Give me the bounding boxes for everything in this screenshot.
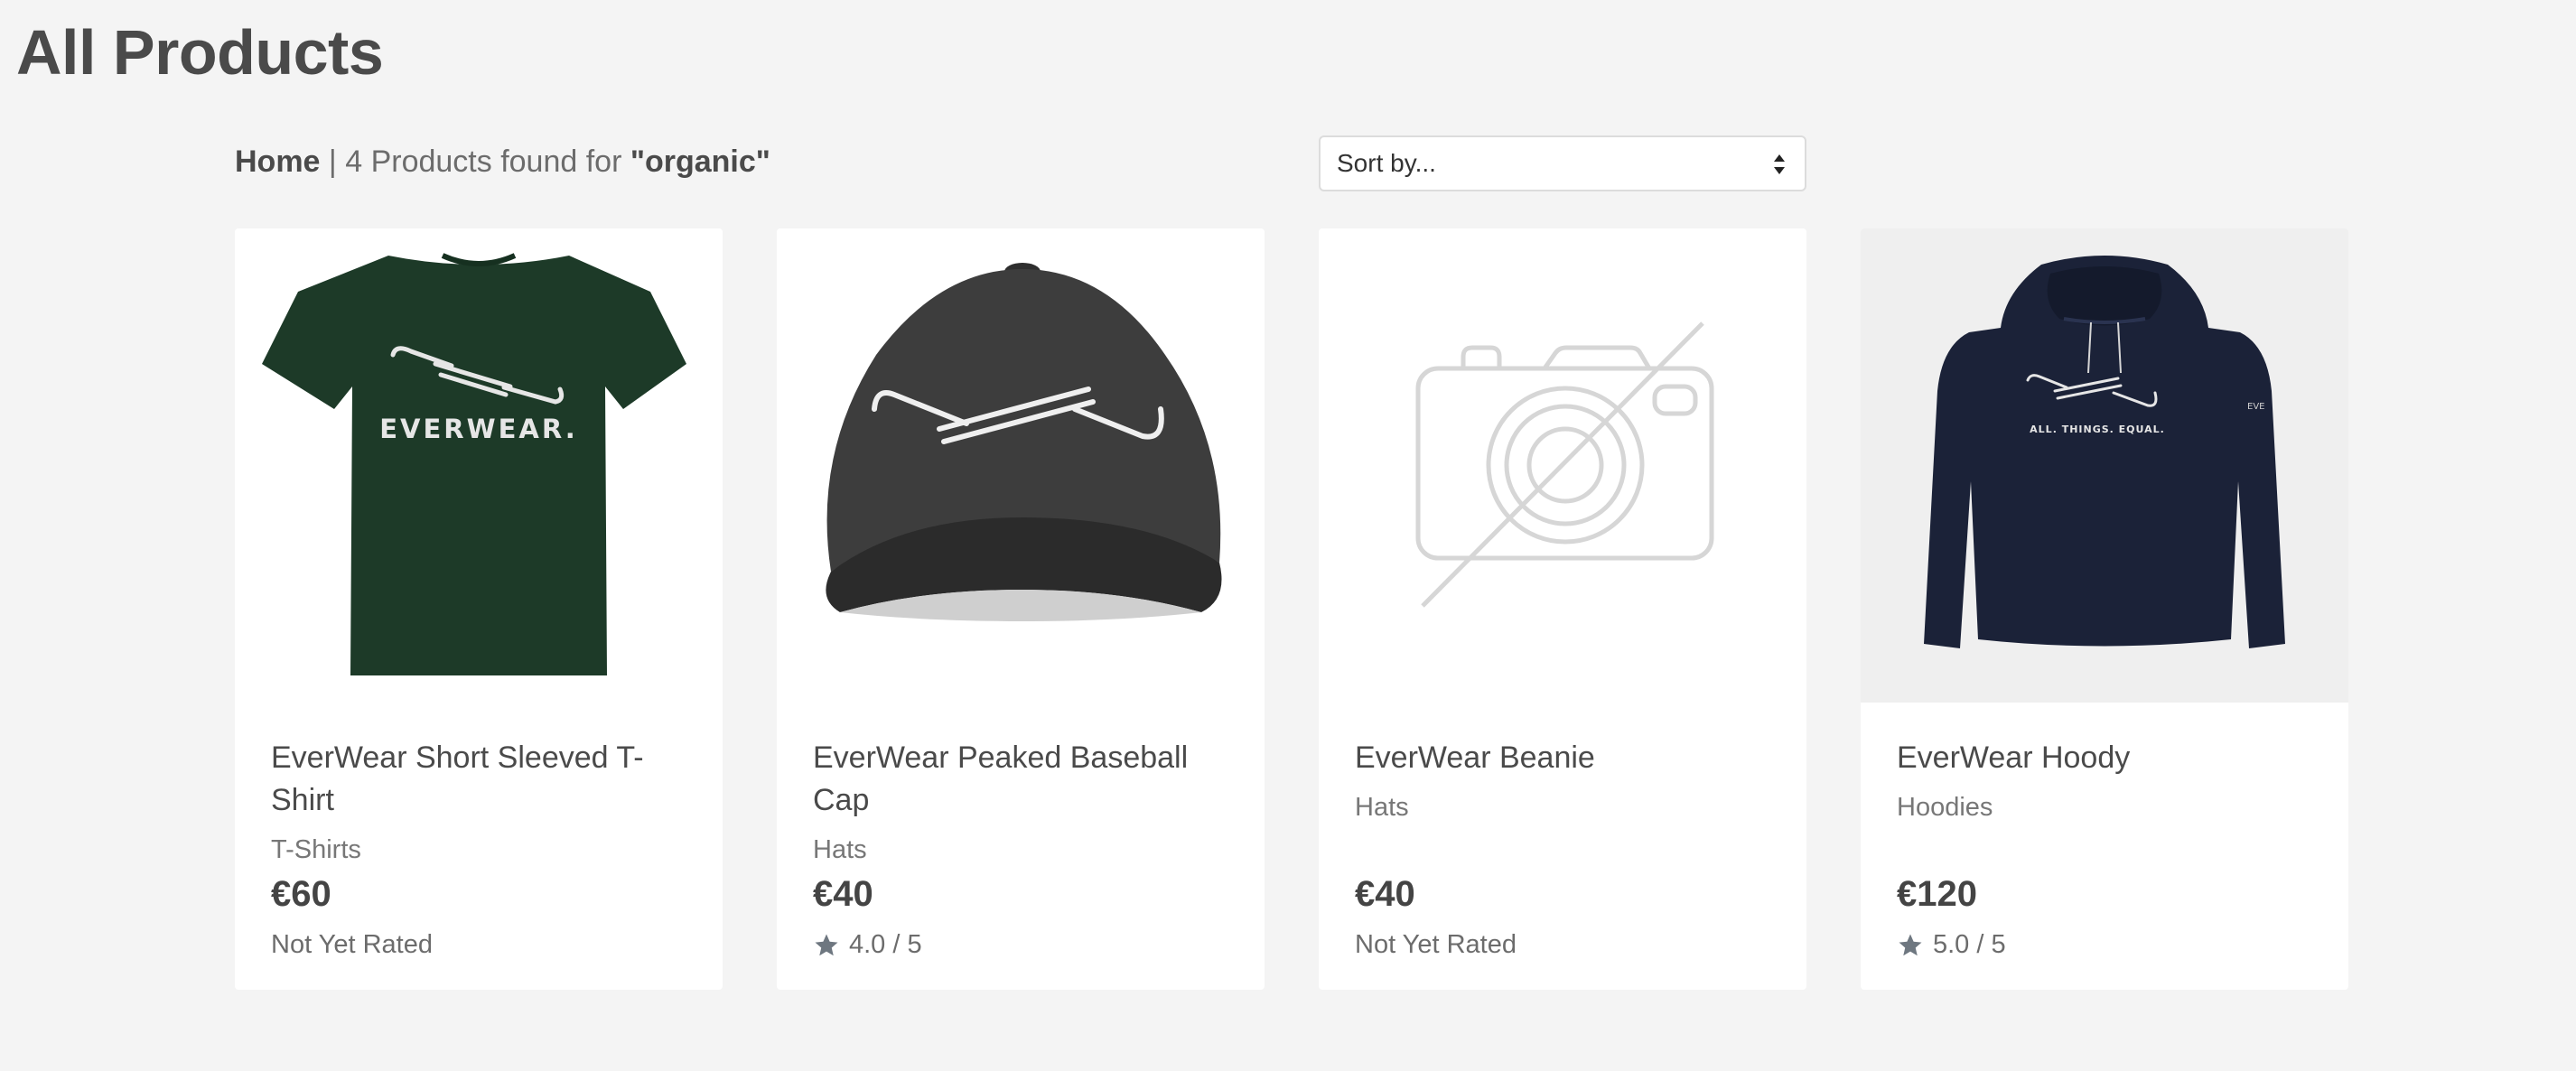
product-card-hoody[interactable]: ALL. THINGS. EQUAL. EVE EverWear Hoody H…	[1861, 228, 2348, 990]
product-rating: 4.0 / 5	[813, 930, 922, 960]
breadcrumb-separator: |	[328, 144, 337, 179]
results-count-text: 4 Products found for	[345, 144, 622, 179]
product-category: Hoodies	[1897, 793, 1993, 822]
tshirt-logo-text: EVERWEAR.	[379, 414, 578, 444]
product-listing-page: All Products Home | 4 Products found for…	[0, 0, 2576, 1071]
product-category: T-Shirts	[271, 835, 361, 864]
product-category: Hats	[813, 835, 867, 864]
cap-image[interactable]	[777, 228, 1265, 703]
product-name[interactable]: EverWear Hoody	[1897, 737, 2312, 779]
star-icon	[1899, 934, 1922, 955]
tshirt-image[interactable]: EVERWEAR.	[235, 228, 723, 703]
rating-text: Not Yet Rated	[1355, 930, 1517, 959]
hoody-image[interactable]: ALL. THINGS. EQUAL. EVE	[1861, 228, 2348, 703]
breadcrumb-home-link[interactable]: Home	[235, 144, 320, 179]
product-card-beanie[interactable]: EverWear Beanie Hats €40 Not Yet Rated	[1319, 228, 1806, 990]
page-title: All Products	[16, 17, 384, 88]
product-price: €40	[1355, 874, 1415, 914]
sort-arrows-icon	[1774, 154, 1785, 174]
search-term: "organic"	[630, 144, 770, 179]
product-price: €60	[271, 874, 331, 914]
product-name[interactable]: EverWear Beanie	[1355, 737, 1770, 779]
product-price: €120	[1897, 874, 1977, 914]
product-category: Hats	[1355, 793, 1409, 822]
no-image-placeholder[interactable]	[1319, 228, 1806, 703]
product-price: €40	[813, 874, 873, 914]
rating-text: 5.0 / 5	[1933, 930, 2006, 959]
product-name[interactable]: EverWear Short Sleeved T-Shirt	[271, 737, 686, 822]
product-rating: Not Yet Rated	[271, 930, 433, 960]
rating-text: Not Yet Rated	[271, 930, 433, 959]
hoody-logo-text: ALL. THINGS. EQUAL.	[2030, 424, 2165, 435]
product-rating: 5.0 / 5	[1897, 930, 2006, 960]
sort-select-value: Sort by...	[1337, 149, 1436, 177]
product-card-cap[interactable]: EverWear Peaked Baseball Cap Hats €40 4.…	[777, 228, 1265, 990]
product-card-tshirt[interactable]: EVERWEAR. EverWear Short Sleeved T-Shirt…	[235, 228, 723, 990]
star-icon	[815, 934, 838, 955]
sort-select[interactable]: Sort by...	[1319, 135, 1806, 191]
hoody-sleeve-text: EVE	[2247, 402, 2264, 412]
product-rating: Not Yet Rated	[1355, 930, 1517, 960]
product-name[interactable]: EverWear Peaked Baseball Cap	[813, 737, 1228, 822]
breadcrumb: Home | 4 Products found for "organic"	[235, 144, 770, 180]
rating-text: 4.0 / 5	[849, 930, 922, 959]
